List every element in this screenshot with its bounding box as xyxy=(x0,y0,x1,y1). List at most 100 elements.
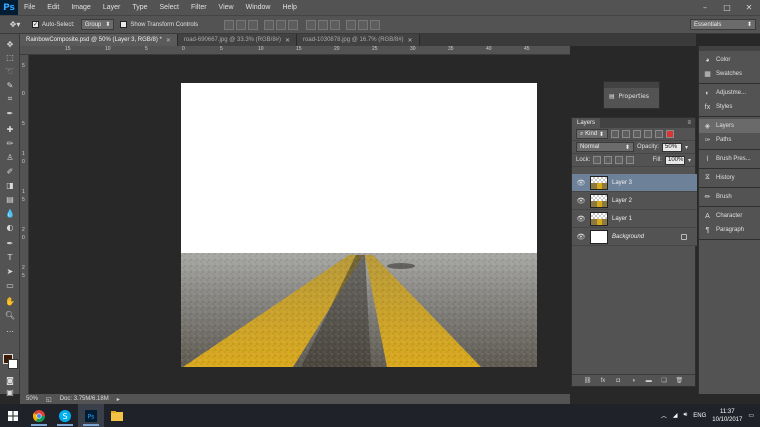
menu-filter[interactable]: Filter xyxy=(185,4,213,11)
new-layer-icon[interactable]: ❏ xyxy=(660,377,668,384)
layer-row-background[interactable]: 👁︎ Background xyxy=(572,228,697,246)
tab-layers[interactable]: Layers xyxy=(572,118,601,128)
close-button[interactable]: ✕ xyxy=(738,0,760,15)
workspace-dropdown[interactable]: Essentials ⬍ xyxy=(690,19,756,30)
volume-icon[interactable]: 🔊︎ xyxy=(684,412,688,419)
align-hcenter-icon[interactable] xyxy=(276,19,287,30)
dodge-tool-icon[interactable]: ◐ xyxy=(3,221,17,233)
notifications-icon[interactable]: ▭ xyxy=(748,412,754,419)
language-indicator[interactable]: ENG xyxy=(693,413,706,419)
type-tool-icon[interactable]: T xyxy=(3,251,17,263)
move-tool-icon[interactable]: ✥▾ xyxy=(4,18,26,32)
chrome-icon[interactable] xyxy=(26,404,52,427)
trash-icon[interactable]: 🗑︎ xyxy=(675,377,684,384)
screen-mode-icon[interactable]: ▣ xyxy=(3,386,17,398)
quick-mask-icon[interactable]: ◙ xyxy=(3,374,17,386)
align-right-icon[interactable] xyxy=(288,19,299,30)
maximize-button[interactable]: □ xyxy=(716,0,738,15)
eyedropper-tool-icon[interactable]: ✒ xyxy=(3,107,17,119)
export-icon[interactable]: ◱ xyxy=(46,396,52,403)
dock-swatches[interactable]: ▦ Swatches xyxy=(699,67,760,81)
mask-icon[interactable]: ◘ xyxy=(614,377,622,384)
distribute-left-icon[interactable] xyxy=(346,19,357,30)
align-vcenter-icon[interactable] xyxy=(236,19,247,30)
layer-row-layer-1[interactable]: 👁︎ Layer 1 xyxy=(572,210,697,228)
distribute-vcenter-icon[interactable] xyxy=(318,19,329,30)
align-bottom-icon[interactable] xyxy=(248,19,259,30)
layer-row-layer-3[interactable]: 👁︎ Layer 3 xyxy=(572,174,697,192)
healing-brush-tool-icon[interactable]: ✚ xyxy=(3,123,17,135)
dock-paths[interactable]: ✑ Paths xyxy=(699,133,760,147)
blend-mode-dropdown[interactable]: Normal ⬍ xyxy=(576,142,634,152)
file-explorer-icon[interactable] xyxy=(104,404,130,427)
panel-menu-icon[interactable]: ≡ xyxy=(687,120,691,126)
crop-tool-icon[interactable]: ⌗ xyxy=(3,93,17,105)
background-color-swatch[interactable] xyxy=(8,359,18,369)
marquee-tool-icon[interactable]: ⬚ xyxy=(3,51,17,63)
lock-all-icon[interactable] xyxy=(626,156,635,164)
dock-color[interactable]: ◕ Color xyxy=(699,53,760,67)
distribute-bottom-icon[interactable] xyxy=(330,19,341,30)
close-icon[interactable]: ✕ xyxy=(408,37,413,44)
tab-road-1030878[interactable]: road-1030878.jpg @ 16.7% (RGB/8#) ✕ xyxy=(297,34,420,46)
menu-window[interactable]: Window xyxy=(240,4,277,11)
lock-pixels-icon[interactable] xyxy=(604,156,613,164)
minimize-button[interactable]: – xyxy=(694,0,716,15)
distribute-hcenter-icon[interactable] xyxy=(358,19,369,30)
network-icon[interactable]: ◢ xyxy=(673,412,678,419)
document-canvas[interactable] xyxy=(181,83,537,367)
filter-shape-icon[interactable] xyxy=(644,130,652,138)
more-tools-icon[interactable]: ⋯ xyxy=(3,325,17,337)
auto-select-dropdown[interactable]: Group ⬍ xyxy=(80,19,115,30)
distribute-top-icon[interactable] xyxy=(306,19,317,30)
tab-road-690667[interactable]: road-690667.jpg @ 33.3% (RGB/8#) ✕ xyxy=(177,34,298,46)
layer-name[interactable]: Layer 1 xyxy=(612,216,697,222)
adjustment-icon[interactable]: ◑ xyxy=(629,377,637,384)
align-left-icon[interactable] xyxy=(264,19,275,30)
rectangle-tool-icon[interactable]: ▭ xyxy=(3,279,17,291)
layer-row-layer-2[interactable]: 👁︎ Layer 2 xyxy=(572,192,697,210)
tab-rainbow-composite[interactable]: RainbowComposite.psd @ 50% (Layer 3, RGB… xyxy=(20,34,178,46)
brush-tool-icon[interactable]: ✏ xyxy=(3,137,17,149)
filter-adjustment-icon[interactable] xyxy=(622,130,630,138)
chevron-right-icon[interactable]: ▸ xyxy=(117,396,120,403)
chevron-up-icon[interactable]: ︿ xyxy=(661,411,667,420)
menu-file[interactable]: File xyxy=(18,4,41,11)
dock-adjustments[interactable]: ◐ Adjustme... xyxy=(699,86,760,100)
dock-history[interactable]: ⧖ History xyxy=(699,171,760,185)
menu-edit[interactable]: Edit xyxy=(41,4,65,11)
dock-character[interactable]: A Character xyxy=(699,209,760,223)
chevron-down-icon[interactable]: ▾ xyxy=(688,157,691,164)
clock[interactable]: 11:37 10/10/2017 xyxy=(712,408,742,424)
chevron-down-icon[interactable]: ▾ xyxy=(685,144,688,151)
close-icon[interactable]: ✕ xyxy=(285,37,290,44)
gradient-tool-icon[interactable]: ▤ xyxy=(3,193,17,205)
auto-select-checkbox[interactable]: ✓ xyxy=(32,21,39,28)
filter-kind-dropdown[interactable]: ⌕ Kind ⬍ xyxy=(576,129,608,139)
layer-name[interactable]: Layer 2 xyxy=(612,198,697,204)
menu-image[interactable]: Image xyxy=(65,4,96,11)
filter-toggle-icon[interactable] xyxy=(666,130,674,138)
dock-layers[interactable]: ◈ Layers xyxy=(699,119,760,133)
photoshop-icon[interactable]: Ps xyxy=(78,404,104,427)
pen-tool-icon[interactable]: ✒ xyxy=(3,237,17,249)
transform-controls-option[interactable]: Show Transform Controls xyxy=(120,21,198,28)
filter-type-icon[interactable] xyxy=(633,130,641,138)
zoom-level[interactable]: 50% xyxy=(26,396,38,402)
transform-controls-checkbox[interactable] xyxy=(120,21,128,28)
menu-view[interactable]: View xyxy=(213,4,240,11)
layer-name[interactable]: Background xyxy=(612,234,677,240)
menu-help[interactable]: Help xyxy=(277,4,303,11)
move-tool-icon[interactable]: ✥ xyxy=(3,38,17,50)
properties-panel-collapsed[interactable]: ▤ Properties xyxy=(603,81,660,109)
eye-icon[interactable]: 👁︎ xyxy=(576,215,586,223)
lasso-tool-icon[interactable]: ➰ xyxy=(3,65,17,77)
close-icon[interactable]: ✕ xyxy=(166,37,171,44)
filter-smart-object-icon[interactable] xyxy=(655,130,663,138)
auto-select-option[interactable]: ✓ Auto-Select: xyxy=(32,21,75,28)
history-brush-tool-icon[interactable]: ✐ xyxy=(3,165,17,177)
path-selection-tool-icon[interactable]: ➤ xyxy=(3,265,17,277)
eye-icon[interactable]: 👁︎ xyxy=(576,233,586,241)
menu-layer[interactable]: Layer xyxy=(97,4,127,11)
skype-icon[interactable]: S xyxy=(52,404,78,427)
